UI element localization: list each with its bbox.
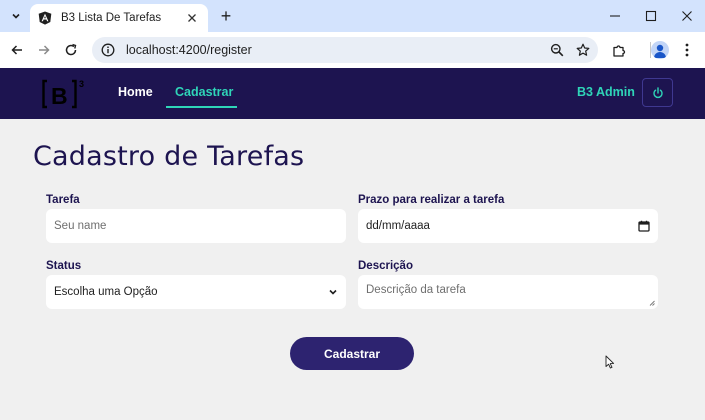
minimize-icon[interactable] [597, 4, 633, 28]
descricao-placeholder: Descrição da tarefa [366, 284, 466, 296]
svg-text:3: 3 [79, 79, 84, 89]
tab-close-icon[interactable] [184, 11, 200, 26]
page-title: Cadastro de Tarefas [33, 141, 305, 172]
tab-title: B3 Lista De Tarefas [61, 12, 162, 24]
tab-search-chevron-down-icon[interactable] [6, 6, 26, 26]
window-close-icon[interactable] [669, 4, 705, 28]
browser-toolbar: localhost:4200/register [0, 32, 705, 68]
tarefa-placeholder: Seu name [54, 220, 107, 232]
status-label: Status [46, 260, 82, 272]
descricao-textarea[interactable]: Descrição da tarefa [358, 275, 658, 309]
tarefa-input[interactable]: Seu name [46, 209, 346, 243]
power-icon [652, 86, 663, 98]
profile-icon[interactable] [648, 38, 672, 62]
resize-grip-icon[interactable] [649, 300, 655, 306]
address-bar[interactable]: localhost:4200/register [92, 37, 598, 63]
forward-arrow-right-icon[interactable] [32, 38, 56, 62]
active-nav-indicator [166, 106, 237, 108]
maximize-icon[interactable] [633, 4, 669, 28]
kebab-menu-icon[interactable] [675, 38, 699, 62]
descricao-label: Descrição [358, 260, 413, 272]
extensions-puzzle-icon[interactable] [607, 38, 631, 62]
calendar-icon[interactable] [638, 220, 650, 232]
mouse-pointer-icon [605, 355, 615, 369]
zoom-icon[interactable] [546, 39, 568, 61]
prazo-label: Prazo para realizar a tarefa [358, 194, 505, 206]
nav-home-link[interactable]: Home [118, 85, 153, 99]
prazo-value: dd/mm/aaaa [366, 220, 430, 232]
app-navbar: B 3 Home Cadastrar B3 Admin [0, 68, 705, 119]
bookmark-star-icon[interactable] [572, 39, 594, 61]
new-tab-button[interactable]: + [216, 6, 236, 26]
angular-icon [38, 11, 52, 25]
back-arrow-left-icon[interactable] [5, 38, 29, 62]
browser-tabstrip: B3 Lista De Tarefas + [0, 0, 705, 32]
cadastrar-submit-button[interactable]: Cadastrar [290, 337, 414, 370]
nav-cadastrar-link[interactable]: Cadastrar [175, 85, 233, 99]
url-text: localhost:4200/register [126, 43, 252, 57]
tarefa-label: Tarefa [46, 194, 80, 206]
chevron-down-icon [329, 289, 337, 295]
page-content: Cadastro de Tarefas Tarefa Seu name Praz… [0, 119, 705, 420]
site-info-icon[interactable] [100, 42, 116, 58]
b3-logo[interactable]: B 3 [42, 77, 86, 111]
reload-icon[interactable] [59, 38, 83, 62]
status-selected-value: Escolha uma Opção [54, 286, 158, 298]
svg-text:B: B [51, 83, 68, 109]
prazo-date-input[interactable]: dd/mm/aaaa [358, 209, 658, 243]
browser-tab[interactable]: B3 Lista De Tarefas [30, 4, 208, 32]
status-select[interactable]: Escolha uma Opção [46, 275, 346, 309]
user-name: B3 Admin [577, 85, 635, 99]
logout-button[interactable] [642, 78, 673, 107]
avatar [651, 41, 669, 59]
